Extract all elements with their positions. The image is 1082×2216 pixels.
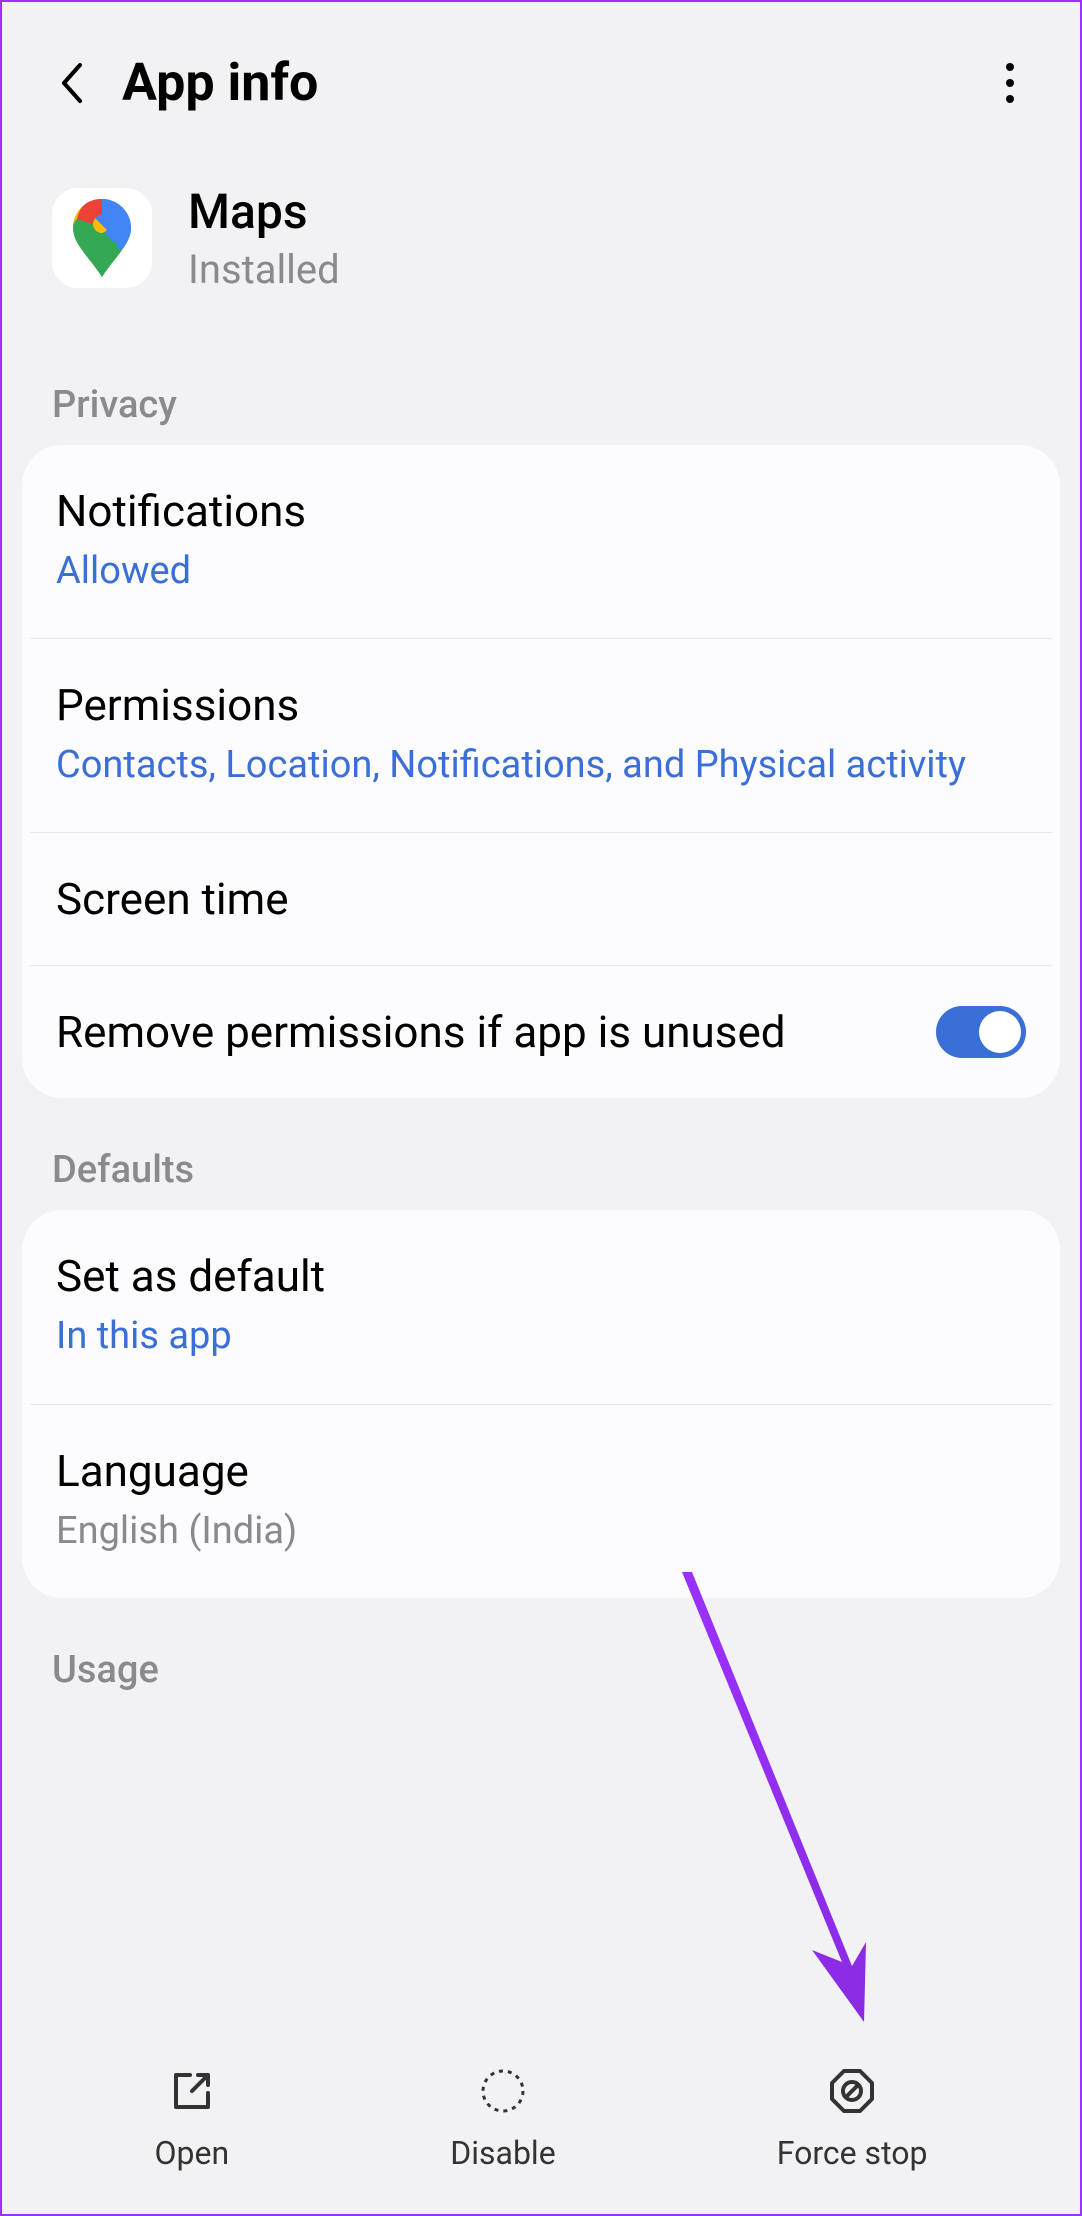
section-label-privacy: Privacy [2, 353, 1080, 445]
notifications-title: Notifications [56, 485, 1026, 537]
google-maps-icon [73, 199, 131, 277]
more-vertical-icon [1006, 63, 1014, 71]
screen-time-title: Screen time [56, 873, 1026, 925]
app-header: Maps Installed [2, 143, 1080, 353]
language-item[interactable]: Language English (India) [30, 1404, 1052, 1598]
chevron-left-icon [60, 61, 84, 105]
back-button[interactable] [52, 53, 92, 113]
defaults-card: Set as default In this app Language Engl… [22, 1210, 1060, 1597]
open-icon [167, 2066, 217, 2116]
more-options-button[interactable] [990, 53, 1030, 113]
remove-permissions-item[interactable]: Remove permissions if app is unused [30, 965, 1052, 1098]
page-title: App info [122, 52, 990, 113]
notifications-item[interactable]: Notifications Allowed [22, 445, 1060, 638]
remove-permissions-toggle[interactable] [936, 1006, 1026, 1058]
notifications-subtitle: Allowed [56, 545, 1026, 598]
section-label-defaults: Defaults [2, 1098, 1080, 1210]
set-default-item[interactable]: Set as default In this app [22, 1210, 1060, 1403]
force-stop-label: Force stop [777, 2134, 928, 2172]
set-default-title: Set as default [56, 1250, 1026, 1302]
screen-time-item[interactable]: Screen time [30, 832, 1052, 965]
permissions-title: Permissions [56, 679, 1026, 731]
app-icon [52, 188, 152, 288]
language-title: Language [56, 1445, 1026, 1497]
disable-button[interactable]: Disable [450, 2066, 555, 2172]
language-subtitle: English (India) [56, 1505, 1026, 1558]
disable-icon [478, 2066, 528, 2116]
permissions-subtitle: Contacts, Location, Notifications, and P… [56, 739, 1026, 792]
open-button[interactable]: Open [155, 2066, 230, 2172]
force-stop-button[interactable]: Force stop [777, 2066, 928, 2172]
bottom-action-bar: Open Disable Force stop [4, 2034, 1078, 2214]
section-label-usage: Usage [2, 1598, 1080, 1710]
disable-label: Disable [450, 2134, 555, 2172]
set-default-subtitle: In this app [56, 1310, 1026, 1363]
open-label: Open [155, 2134, 230, 2172]
permissions-item[interactable]: Permissions Contacts, Location, Notifica… [30, 638, 1052, 832]
force-stop-icon [827, 2066, 877, 2116]
remove-permissions-title: Remove permissions if app is unused [56, 1006, 936, 1058]
privacy-card: Notifications Allowed Permissions Contac… [22, 445, 1060, 1098]
app-name: Maps [188, 183, 340, 240]
app-status: Installed [188, 246, 340, 293]
